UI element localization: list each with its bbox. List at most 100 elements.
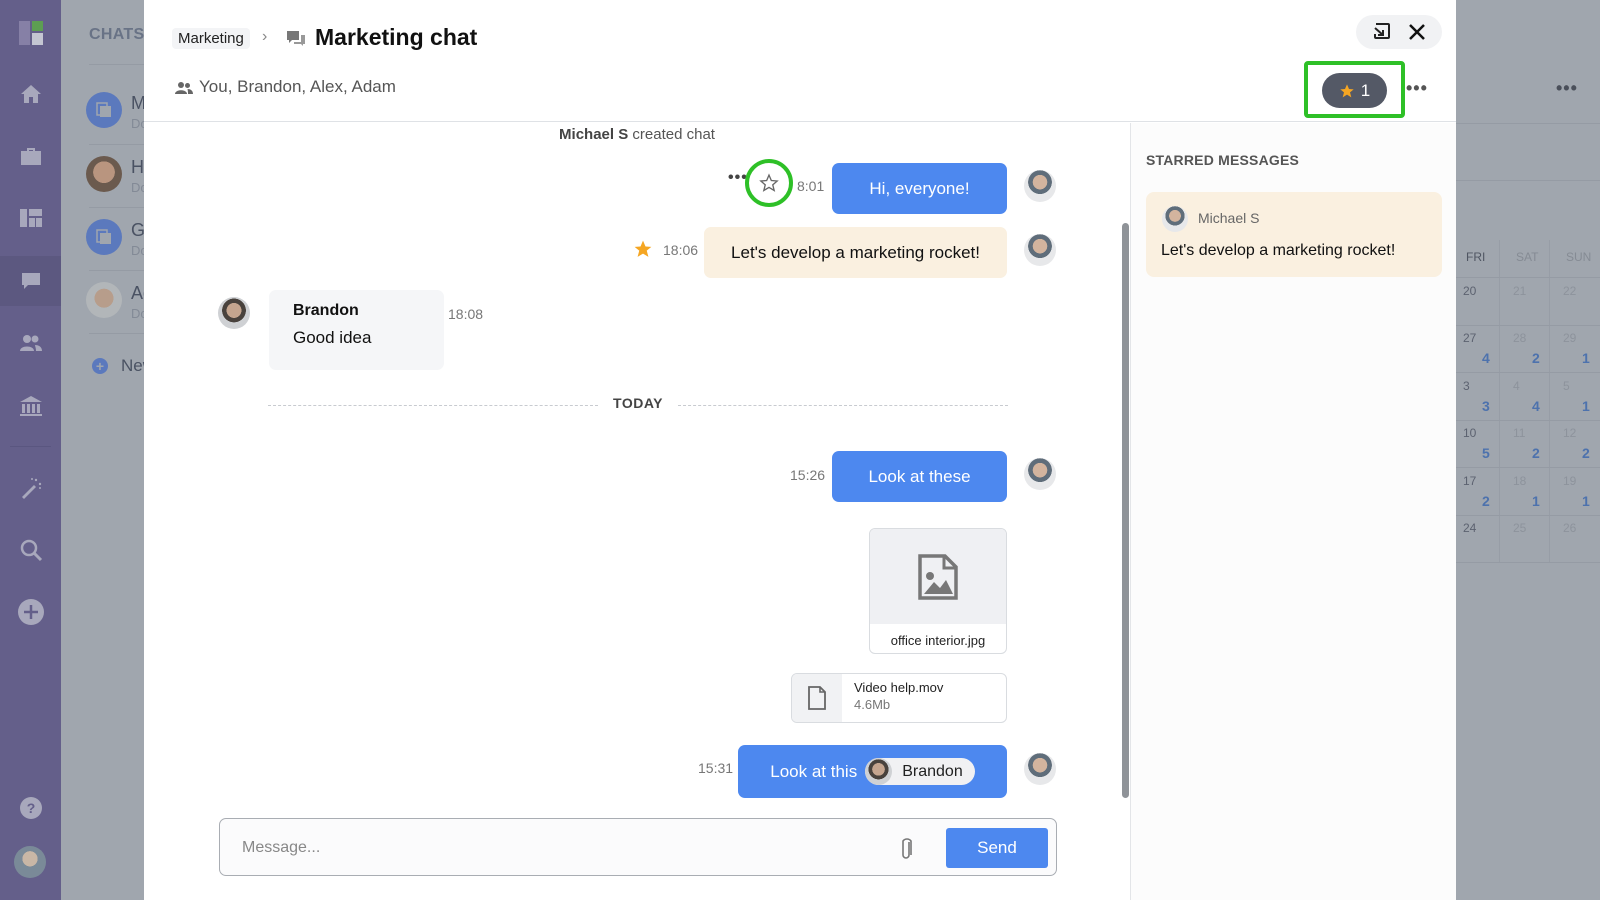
attach-paperclip-icon[interactable] [900, 835, 914, 861]
chat-members[interactable]: You, Brandon, Alex, Adam [199, 77, 396, 97]
send-button[interactable]: Send [946, 828, 1048, 868]
calendar-day-number[interactable]: 4 [1513, 379, 1520, 393]
starred-author-name: Michael S [1198, 210, 1260, 226]
chat-list-avatar[interactable] [86, 219, 122, 255]
rail-boards[interactable] [0, 193, 61, 243]
message-list-scrollbar[interactable] [1122, 223, 1129, 798]
chat-list-item-name[interactable]: G [131, 220, 145, 241]
close-button[interactable] [1406, 21, 1428, 43]
calendar-event-count[interactable]: 3 [1482, 398, 1490, 414]
starred-message-item[interactable]: Michael S Let's develop a marketing rock… [1146, 192, 1442, 277]
message-bubble-incoming[interactable]: Brandon Good idea [269, 290, 444, 370]
calendar-day-number[interactable]: 18 [1513, 474, 1526, 488]
message-text: Good idea [293, 328, 372, 347]
message-bubble-outgoing[interactable]: Look at this Brandon [738, 745, 1007, 798]
profile-avatar[interactable] [14, 846, 46, 878]
grid-line [1456, 372, 1600, 373]
chat-list-item-sub: Do [131, 180, 145, 195]
breadcrumb-chevron-icon: › [262, 28, 268, 45]
svg-text:?: ? [26, 800, 35, 816]
calendar-event-count[interactable]: 4 [1482, 350, 1490, 366]
chat-list-avatar[interactable] [86, 92, 122, 128]
calendar-day-number[interactable]: 11 [1513, 426, 1525, 440]
calendar-event-count[interactable]: 1 [1532, 493, 1540, 509]
calendar-event-count[interactable]: 2 [1582, 445, 1590, 461]
calendar-day-number[interactable]: 29 [1563, 331, 1576, 345]
sender-avatar[interactable] [1024, 234, 1056, 266]
rail-chats[interactable] [0, 256, 61, 306]
calendar-day-number[interactable]: 24 [1463, 521, 1476, 535]
grid-line [1456, 420, 1600, 421]
grid-line [1456, 467, 1600, 468]
calendar-day-number[interactable]: 10 [1463, 426, 1476, 440]
chat-list-item-name[interactable]: M [131, 93, 145, 114]
calendar-day-number[interactable]: 26 [1563, 521, 1576, 535]
image-file-icon [918, 553, 958, 600]
message-list: Michael S created chat ••• 8:01 Hi, ever… [144, 123, 1130, 900]
grid-line [1456, 515, 1600, 516]
minimize-button[interactable] [1370, 21, 1392, 43]
calendar-day-number[interactable]: 27 [1463, 331, 1476, 345]
image-attachment[interactable]: office interior.jpg [869, 528, 1007, 654]
starred-messages-toggle[interactable]: 1 [1322, 73, 1387, 108]
calendar-event-count[interactable]: 5 [1482, 445, 1490, 461]
calendar-more-button[interactable]: ••• [1556, 78, 1578, 99]
rail-add[interactable] [0, 587, 61, 637]
calendar-event-count[interactable]: 2 [1532, 350, 1540, 366]
calendar-event-count[interactable]: 1 [1582, 493, 1590, 509]
star-filled-icon[interactable] [633, 239, 653, 259]
system-message-text: created chat [628, 126, 715, 143]
calendar-day-number[interactable]: 3 [1463, 379, 1470, 393]
sender-avatar[interactable] [1024, 170, 1056, 202]
calendar-event-count[interactable]: 2 [1532, 445, 1540, 461]
calendar-event-count[interactable]: 2 [1482, 493, 1490, 509]
sender-avatar[interactable] [1024, 458, 1056, 490]
sender-avatar[interactable] [1024, 753, 1056, 785]
chat-more-button[interactable]: ••• [1406, 78, 1428, 99]
rail-home[interactable] [0, 69, 61, 119]
calendar-day-number[interactable]: 22 [1563, 284, 1576, 298]
calendar-day-number[interactable]: 20 [1463, 284, 1476, 298]
calendar-day-number[interactable]: 28 [1513, 331, 1526, 345]
brandon-avatar[interactable] [218, 297, 250, 329]
chat-bubbles-icon [287, 31, 305, 46]
chat-list-item-name[interactable]: Ad [131, 283, 145, 304]
user-mention[interactable]: Brandon [865, 758, 975, 785]
message-bubble-outgoing[interactable]: Look at these [832, 451, 1007, 502]
calendar-panel: ••• FRI SAT SUN 20 21 22 27 4 28 2 29 1 3 3 4 4 5 1 10 5… [1456, 0, 1600, 900]
rail-help[interactable]: ? [0, 783, 61, 833]
calendar-event-count[interactable]: 1 [1582, 398, 1590, 414]
calendar-event-count[interactable]: 1 [1582, 350, 1590, 366]
calendar-day-number[interactable]: 5 [1563, 379, 1570, 393]
breadcrumb-marketing[interactable]: Marketing [172, 28, 250, 49]
rail-work[interactable] [0, 131, 61, 181]
star-message-button[interactable] [745, 159, 793, 207]
rail-magic[interactable] [0, 463, 61, 513]
rail-people[interactable] [0, 318, 61, 368]
chat-list-avatar[interactable] [86, 156, 122, 192]
file-attachment[interactable]: Video help.mov 4.6Mb [791, 673, 1007, 723]
calendar-day-number[interactable]: 12 [1563, 426, 1576, 440]
day-of-week: SAT [1516, 250, 1539, 264]
rail-finance[interactable] [0, 381, 61, 431]
calendar-day-number[interactable]: 25 [1513, 521, 1526, 535]
calendar-day-number[interactable]: 17 [1463, 474, 1476, 488]
divider [1456, 123, 1600, 124]
chat-list-item-name[interactable]: H [131, 157, 144, 178]
message-bubble-starred[interactable]: Let's develop a marketing rocket! [704, 227, 1007, 278]
calendar-day-number[interactable]: 21 [1513, 284, 1526, 298]
help-icon: ? [19, 797, 42, 819]
message-bubble-outgoing[interactable]: Hi, everyone! [832, 163, 1007, 214]
new-chat-plus-icon[interactable]: + [92, 358, 108, 374]
magic-wand-icon [21, 478, 41, 499]
new-chat-link[interactable]: New [121, 356, 145, 376]
chat-list-avatar[interactable] [86, 282, 122, 318]
search-icon [20, 539, 42, 562]
message-input[interactable] [242, 835, 862, 861]
calendar-day-number[interactable]: 19 [1563, 474, 1576, 488]
app-logo[interactable] [0, 8, 61, 58]
rail-search[interactable] [0, 525, 61, 575]
grid-line [1499, 240, 1500, 562]
calendar-event-count[interactable]: 4 [1532, 398, 1540, 414]
group-chat-icon [96, 229, 111, 244]
